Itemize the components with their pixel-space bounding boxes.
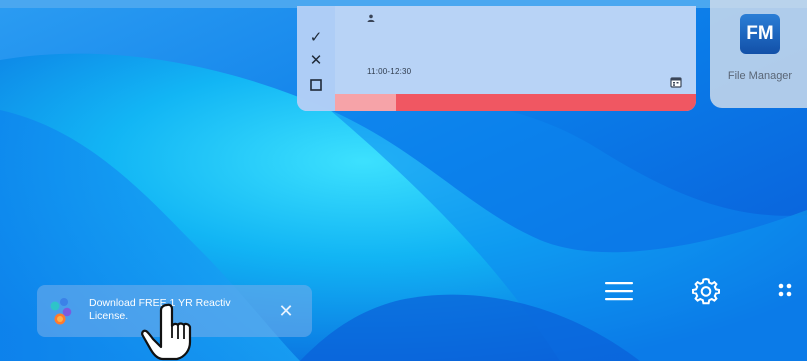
close-icon[interactable]: ✕ <box>307 51 325 69</box>
check-icon[interactable]: ✓ <box>307 28 325 46</box>
file-manager-icon[interactable]: FM <box>740 14 780 54</box>
app-logo-icon <box>50 298 72 325</box>
event-time: 11:00-12:30 <box>367 67 412 76</box>
calendar-action-column: ✓ ✕ <box>297 6 335 111</box>
calendar-widget[interactable]: ✓ ✕ 11:00-12:30 <box>297 6 696 111</box>
event-progress-fill <box>335 94 397 111</box>
notification-close-icon[interactable]: ✕ <box>276 301 296 321</box>
file-manager-label: File Manager <box>727 70 793 82</box>
hamburger-menu-icon[interactable] <box>602 274 636 308</box>
file-manager-tile[interactable]: FM File Manager <box>710 0 807 108</box>
event-progress-bar <box>335 94 696 111</box>
person-icon <box>367 14 375 22</box>
calendar-event[interactable]: 11:00-12:30 <box>335 6 696 94</box>
square-icon[interactable] <box>307 76 325 94</box>
app-grid-icon[interactable] <box>776 274 807 308</box>
gear-icon[interactable] <box>689 274 723 308</box>
hand-pointer-icon <box>141 303 192 361</box>
calendar-icon[interactable] <box>670 76 682 88</box>
